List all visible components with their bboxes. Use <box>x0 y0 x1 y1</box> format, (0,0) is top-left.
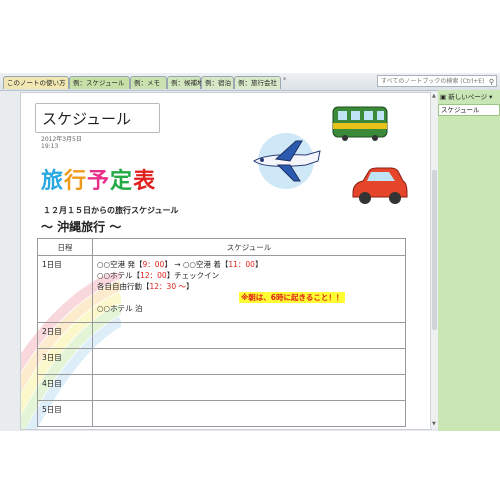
schedule-table[interactable]: 日程 スケジュール 1日目 ○○空港 発【9：00】 → ○○空港 着【11：0… <box>37 238 406 427</box>
scroll-down-icon[interactable]: ▼ <box>432 421 436 427</box>
table-row[interactable]: 5日目 <box>37 400 406 427</box>
table-row[interactable]: 1日目 ○○空港 発【9：00】 → ○○空港 着【11：00】 ○○ホテル【1… <box>37 255 406 323</box>
heading-char: 表 <box>133 169 157 194</box>
page-time: 19:13 <box>41 143 59 150</box>
schedule-cell[interactable] <box>92 322 406 349</box>
wake-up-warning: ※朝は、6時に起きること！！ <box>239 292 346 303</box>
wake-up-warning-line: ※朝は、6時に起きること！！ <box>97 292 401 303</box>
day-cell[interactable]: 1日目 <box>37 255 93 323</box>
tab-lodging[interactable]: 例：宿泊 <box>201 76 234 89</box>
table-row[interactable]: 4日目 <box>37 374 406 401</box>
tab-memo[interactable]: 例：メモ <box>130 76 167 89</box>
car-icon <box>352 167 408 204</box>
search-placeholder: すべてのノートブックの検索 (Ctrl+E) <box>381 78 485 85</box>
tab-candidates[interactable]: 例：候補地 <box>167 76 204 89</box>
train-icon <box>332 106 388 141</box>
schedule-cell[interactable] <box>92 374 406 401</box>
page-scrollbar[interactable]: ▲ ▼ <box>430 92 438 428</box>
header-day: 日程 <box>37 238 93 256</box>
schedule-line: ○○ホテル 泊 <box>97 304 143 313</box>
schedule-line: ○○ホテル【12：00】チェックイン <box>97 271 220 280</box>
day-cell[interactable]: 2日目 <box>37 322 93 349</box>
table-row[interactable]: 2日目 <box>37 322 406 349</box>
heading-char: 予 <box>87 169 111 194</box>
page-datetime: 2012年3月5日 19:13 <box>41 136 82 150</box>
new-page-icon: ▣ <box>440 93 447 101</box>
scroll-up-icon[interactable]: ▲ <box>432 93 436 99</box>
table-header-row: 日程 スケジュール <box>37 238 406 256</box>
tab-how-to-use[interactable]: このノートの使い方 <box>3 76 69 89</box>
trip-name: 〜 沖縄旅行 〜 <box>41 220 122 234</box>
tab-schedule[interactable]: 例：スケジュール <box>69 76 130 89</box>
page-date: 2012年3月5日 <box>41 136 82 143</box>
day-cell[interactable]: 3日目 <box>37 348 93 375</box>
page-list-panel: ▣ 新しいページ ▾ スケジュール <box>438 90 500 431</box>
heading-char: 旅 <box>41 169 65 194</box>
note-page[interactable]: スケジュール 2012年3月5日 19:13 旅行予定表 １２月１５日からの旅行… <box>20 92 432 430</box>
table-row[interactable]: 3日目 <box>37 348 406 375</box>
day-cell[interactable]: 4日目 <box>37 374 93 401</box>
header-schedule: スケジュール <box>92 238 406 256</box>
heading-char: 定 <box>110 169 134 194</box>
add-section-button[interactable]: * <box>283 76 287 84</box>
scrollbar-thumb[interactable] <box>432 170 437 330</box>
tab-travel-agency[interactable]: 例：旅行会社 <box>234 76 281 89</box>
page-title[interactable]: スケジュール <box>35 103 160 133</box>
page-list-item-schedule[interactable]: スケジュール <box>438 104 500 116</box>
heading-char: 行 <box>64 169 88 194</box>
schedule-line: ○○空港 発【9：00】 → ○○空港 着【11：00】 <box>97 260 263 269</box>
new-page-button[interactable]: ▣ 新しいページ ▾ <box>438 90 500 104</box>
schedule-line: 各自自由行動【12：30 ～】 <box>97 282 194 291</box>
trip-subtitle: １２月１５日からの旅行スケジュール <box>43 206 179 215</box>
section-tab-bar: このノートの使い方 例：スケジュール 例：メモ 例：候補地 例：宿泊 例：旅行会… <box>0 73 500 91</box>
new-page-label: 新しいページ ▾ <box>448 93 493 101</box>
search-icon[interactable]: ⚲ <box>489 76 494 86</box>
schedule-cell[interactable] <box>92 400 406 427</box>
travel-schedule-heading: 旅行予定表 <box>41 163 156 195</box>
schedule-cell[interactable] <box>92 348 406 375</box>
airplane-icon <box>253 133 321 189</box>
onenote-window: このノートの使い方 例：スケジュール 例：メモ 例：候補地 例：宿泊 例：旅行会… <box>0 73 500 431</box>
left-margin <box>0 92 20 428</box>
schedule-cell[interactable]: ○○空港 発【9：00】 → ○○空港 着【11：00】 ○○ホテル【12：00… <box>92 255 406 323</box>
day-cell[interactable]: 5日目 <box>37 400 93 427</box>
search-input[interactable]: すべてのノートブックの検索 (Ctrl+E) ⚲ <box>377 75 497 87</box>
